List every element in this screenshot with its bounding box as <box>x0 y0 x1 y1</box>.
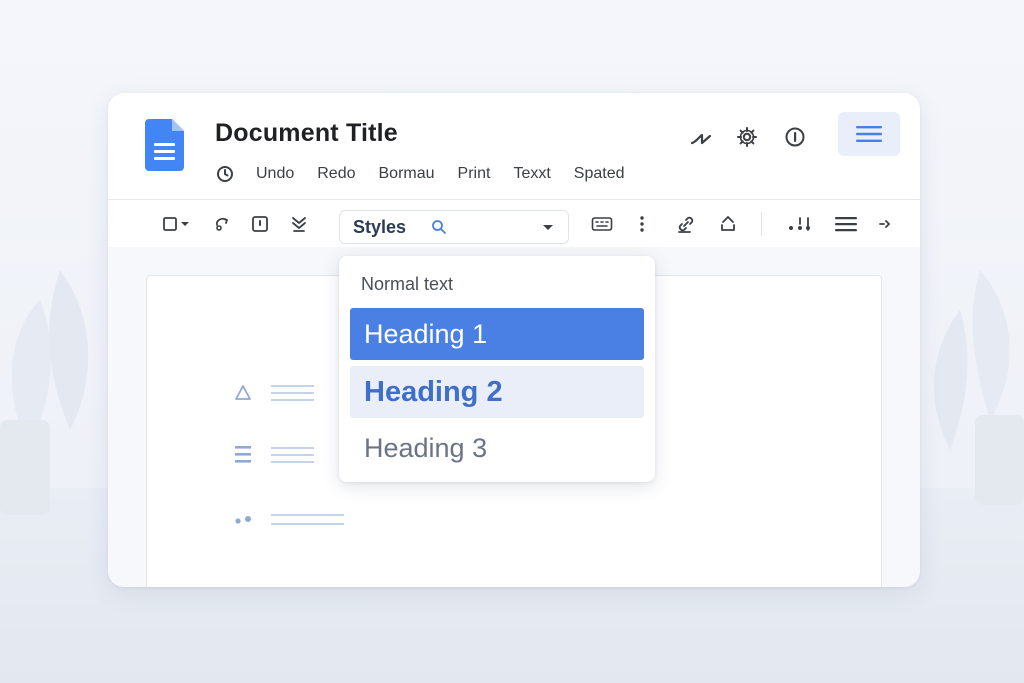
styles-label: Styles <box>353 217 407 237</box>
menu-item-undo[interactable]: Undo <box>256 165 294 183</box>
list-lines-icon <box>835 217 857 232</box>
comment-icon <box>252 216 268 232</box>
left-plant-decoration <box>0 270 89 515</box>
menu-item-format[interactable]: Bormau <box>379 165 435 183</box>
paint-format-icon <box>216 217 228 231</box>
insert-link-button[interactable] <box>674 211 698 237</box>
list-item <box>233 442 333 466</box>
docs-logo-icon <box>145 119 184 171</box>
search-icon <box>432 220 446 234</box>
align-icon <box>789 217 810 231</box>
styles-select[interactable]: Styles <box>339 210 569 244</box>
settings-gear-icon[interactable] <box>733 123 761 151</box>
keyboard-icon <box>591 217 613 231</box>
signature-icon[interactable] <box>687 123 715 151</box>
clock-icon[interactable] <box>216 165 234 183</box>
menu-item-text[interactable]: Texxt <box>513 165 550 183</box>
menu-item-redo[interactable]: Redo <box>317 165 355 183</box>
align-button[interactable] <box>785 211 815 237</box>
document-title[interactable]: Document Title <box>215 119 398 148</box>
menu-bar: Undo Redo Bormau Print Texxt Spated <box>216 163 648 185</box>
styles-dropdown-menu: Normal text Heading 1 Heading 2 Heading … <box>339 256 655 482</box>
list-item <box>233 508 353 532</box>
style-option-heading-3[interactable]: Heading 3 <box>350 422 644 474</box>
formatting-toolbar: Styles <box>108 200 920 246</box>
list-bullet-icon <box>235 446 314 463</box>
link-icon <box>678 216 694 233</box>
upload-button[interactable] <box>716 211 740 237</box>
checkbox-dropdown-button[interactable] <box>162 211 192 237</box>
more-options-button[interactable] <box>632 211 652 237</box>
merge-button[interactable] <box>287 211 311 237</box>
merge-icon <box>292 217 306 232</box>
upload-icon <box>721 216 735 231</box>
triangle-bullet-icon <box>235 385 314 401</box>
list-lines-button[interactable] <box>833 211 859 237</box>
right-plant-decoration <box>933 270 1024 505</box>
comment-button[interactable] <box>248 211 272 237</box>
toolbar-divider <box>761 212 762 236</box>
keyboard-button[interactable] <box>590 211 614 237</box>
info-icon[interactable] <box>781 123 809 151</box>
style-option-heading-1[interactable]: Heading 1 <box>350 308 644 360</box>
style-option-heading-2[interactable]: Heading 2 <box>350 366 644 418</box>
list-item <box>233 380 333 404</box>
menu-item-spacing[interactable]: Spated <box>574 165 625 183</box>
chevron-down-icon <box>543 225 553 230</box>
hamburger-menu-icon[interactable] <box>838 112 900 156</box>
more-vertical-icon <box>640 216 644 232</box>
checkbox-icon <box>163 217 189 231</box>
paint-format-button[interactable] <box>211 211 235 237</box>
app-header: Document Title Undo Redo Bormau Print Te… <box>108 93 920 200</box>
style-option-normal-text[interactable]: Normal text <box>361 274 453 295</box>
expand-button[interactable] <box>875 211 895 237</box>
dots-bullet-icon <box>235 514 344 525</box>
expand-icon <box>879 220 890 228</box>
menu-item-print[interactable]: Print <box>458 165 491 183</box>
